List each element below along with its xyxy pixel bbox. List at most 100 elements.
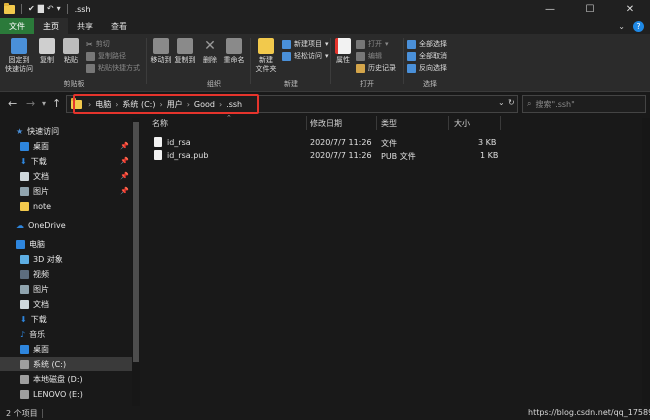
group-open: 属性 打开 ▾ 编辑 历史记录 打开 [332, 36, 402, 90]
properties-icon [335, 38, 351, 54]
file-modified: 2020/7/7 11:26 [310, 138, 372, 147]
forward-arrow-icon[interactable]: → [26, 97, 35, 110]
nav-scrollbar-thumb[interactable] [133, 122, 139, 362]
folder-icon [4, 2, 15, 14]
quick-access-toolbar: ✔ ▇ ↶ ▾ [0, 2, 71, 15]
column-modified[interactable]: 修改日期 [310, 116, 342, 130]
nav-pictures-pc[interactable]: 图片 [20, 282, 49, 296]
tab-file[interactable]: 文件 [0, 18, 34, 34]
column-type[interactable]: 类型 [381, 116, 397, 130]
collapse-ribbon-icon[interactable]: ⌄ [618, 22, 625, 31]
easy-access-label: 轻松访问 [294, 52, 322, 60]
copy-path-button[interactable]: 复制路径 [86, 51, 126, 61]
delete-icon: ✕ [204, 38, 216, 54]
minimize-button[interactable]: — [530, 0, 570, 18]
nav-quick-access-label: 快速访问 [27, 126, 60, 136]
new-item-icon [282, 39, 291, 49]
nav-downloads-pc[interactable]: ⬇ 下载 [20, 312, 47, 326]
new-item-button[interactable]: 新建项目 ▾ [282, 39, 329, 49]
properties-label: 属性 [336, 56, 350, 64]
nav-note[interactable]: note [20, 199, 51, 213]
nav-onedrive[interactable]: ☁ OneDrive [16, 218, 66, 232]
navigation-pane: ★ 快速访问 桌面 📌 ⬇ 下载 📌 文档 📌 图片 📌 note ☁ OneD… [0, 118, 132, 408]
paste-button[interactable]: 粘贴 [62, 38, 80, 65]
nav-documents[interactable]: 文档 [20, 169, 49, 183]
nav-this-pc[interactable]: 电脑 [16, 237, 45, 251]
pin-icon[interactable]: 📌 [120, 157, 129, 165]
pin-icon[interactable]: 📌 [120, 142, 129, 150]
open-group-label: 打开 [360, 80, 374, 88]
column-name[interactable]: 名称 [152, 116, 168, 130]
edit-button[interactable]: 编辑 [356, 51, 382, 61]
nav-music[interactable]: ♪ 音乐 [20, 327, 45, 341]
recent-dropdown-icon[interactable]: ▾ [42, 99, 46, 108]
copy-to-button[interactable]: 复制到 [174, 38, 196, 65]
tab-share[interactable]: 共享 [68, 18, 102, 34]
nav-documents-pc[interactable]: 文档 [20, 297, 49, 311]
properties-icon[interactable]: ✔ [28, 3, 35, 15]
maximize-button[interactable]: ☐ [570, 0, 610, 18]
new-folder-icon[interactable]: ▇ [38, 3, 44, 15]
nav-downloads-pc-label: 下载 [30, 314, 47, 324]
back-arrow-icon[interactable]: ← [8, 97, 17, 110]
nav-local-d[interactable]: 本地磁盘 (D:) [20, 372, 83, 386]
nav-scrollbar[interactable] [132, 118, 140, 408]
paste-shortcut-button[interactable]: 粘贴快捷方式 [86, 63, 140, 73]
nav-desktop-pc[interactable]: 桌面 [20, 342, 49, 356]
nav-pictures[interactable]: 图片 [20, 184, 49, 198]
nav-videos[interactable]: 视频 [20, 267, 49, 281]
divider[interactable] [500, 116, 501, 130]
tabs-right-controls: ⌄ ? [618, 18, 644, 34]
help-icon[interactable]: ? [633, 20, 644, 32]
pin-icon[interactable]: 📌 [120, 172, 129, 180]
select-group-label: 选择 [423, 80, 437, 88]
cut-button[interactable]: ✂ 剪切 [86, 39, 110, 49]
history-button[interactable]: 历史记录 [356, 63, 396, 73]
open-button[interactable]: 打开 ▾ [356, 39, 389, 49]
nav-quick-access[interactable]: ★ 快速访问 [16, 124, 59, 138]
divider[interactable] [448, 116, 449, 130]
table-row[interactable]: id_rsa 2020/7/7 11:26 文件 3 KB [140, 136, 640, 149]
rename-button[interactable]: 重命名 [222, 38, 246, 65]
select-all-button[interactable]: 全部选择 [407, 39, 447, 49]
move-to-button[interactable]: 移动到 [150, 38, 172, 65]
table-row[interactable]: id_rsa.pub 2020/7/7 11:26 PUB 文件 1 KB [140, 149, 640, 162]
properties-button[interactable]: 属性 [334, 38, 352, 65]
search-input[interactable]: ⌕ 搜索".ssh" [522, 95, 646, 113]
refresh-icon[interactable]: ↻ [508, 98, 515, 107]
up-arrow-icon[interactable]: ↑ [52, 97, 61, 110]
nav-lenovo-e[interactable]: LENOVO (E:) [20, 387, 83, 401]
address-row: ← → ▾ ↑ › 电脑 › 系统 (C:) › 用户 › Good › .ss… [0, 92, 650, 116]
file-name: id_rsa.pub [167, 151, 209, 160]
divider[interactable] [306, 116, 307, 130]
copy-button[interactable]: 复制 [38, 38, 56, 65]
delete-button[interactable]: ✕ 删除 [202, 38, 218, 65]
nav-desktop[interactable]: 桌面 [20, 139, 49, 153]
pin-quick-access-button[interactable]: 固定到 快速访问 [4, 38, 34, 74]
picture-icon [20, 284, 29, 294]
file-list-scrollbar[interactable] [642, 118, 650, 408]
column-size[interactable]: 大小 [454, 116, 470, 130]
divider[interactable] [376, 116, 377, 130]
cut-label: 剪切 [95, 40, 110, 48]
qa-dropdown-icon[interactable]: ▾ [57, 3, 61, 15]
invert-select-button[interactable]: 反向选择 [407, 63, 447, 73]
divider [42, 409, 43, 418]
new-folder-button[interactable]: 新建 文件夹 [254, 38, 278, 74]
nav-downloads[interactable]: ⬇ 下载 [20, 154, 47, 168]
address-dropdown-icon[interactable]: ⌄ [498, 98, 505, 107]
nav-documents-label: 文档 [33, 171, 49, 181]
easy-access-button[interactable]: 轻松访问 ▾ [282, 51, 329, 61]
edit-label: 编辑 [368, 52, 382, 60]
tab-view[interactable]: 查看 [102, 18, 136, 34]
title-bar: ✔ ▇ ↶ ▾ .ssh — ☐ ✕ [0, 0, 650, 18]
nav-system-c[interactable]: 系统 (C:) [0, 357, 132, 371]
select-none-button[interactable]: 全部取消 [407, 51, 447, 61]
undo-icon[interactable]: ↶ [47, 3, 54, 15]
pin-icon[interactable]: 📌 [120, 187, 129, 195]
nav-3d-objects[interactable]: 3D 对象 [20, 252, 63, 266]
nav-this-pc-label: 电脑 [29, 239, 45, 249]
tab-home[interactable]: 主页 [34, 18, 68, 34]
search-icon: ⌕ [527, 99, 532, 108]
close-button[interactable]: ✕ [610, 0, 650, 18]
